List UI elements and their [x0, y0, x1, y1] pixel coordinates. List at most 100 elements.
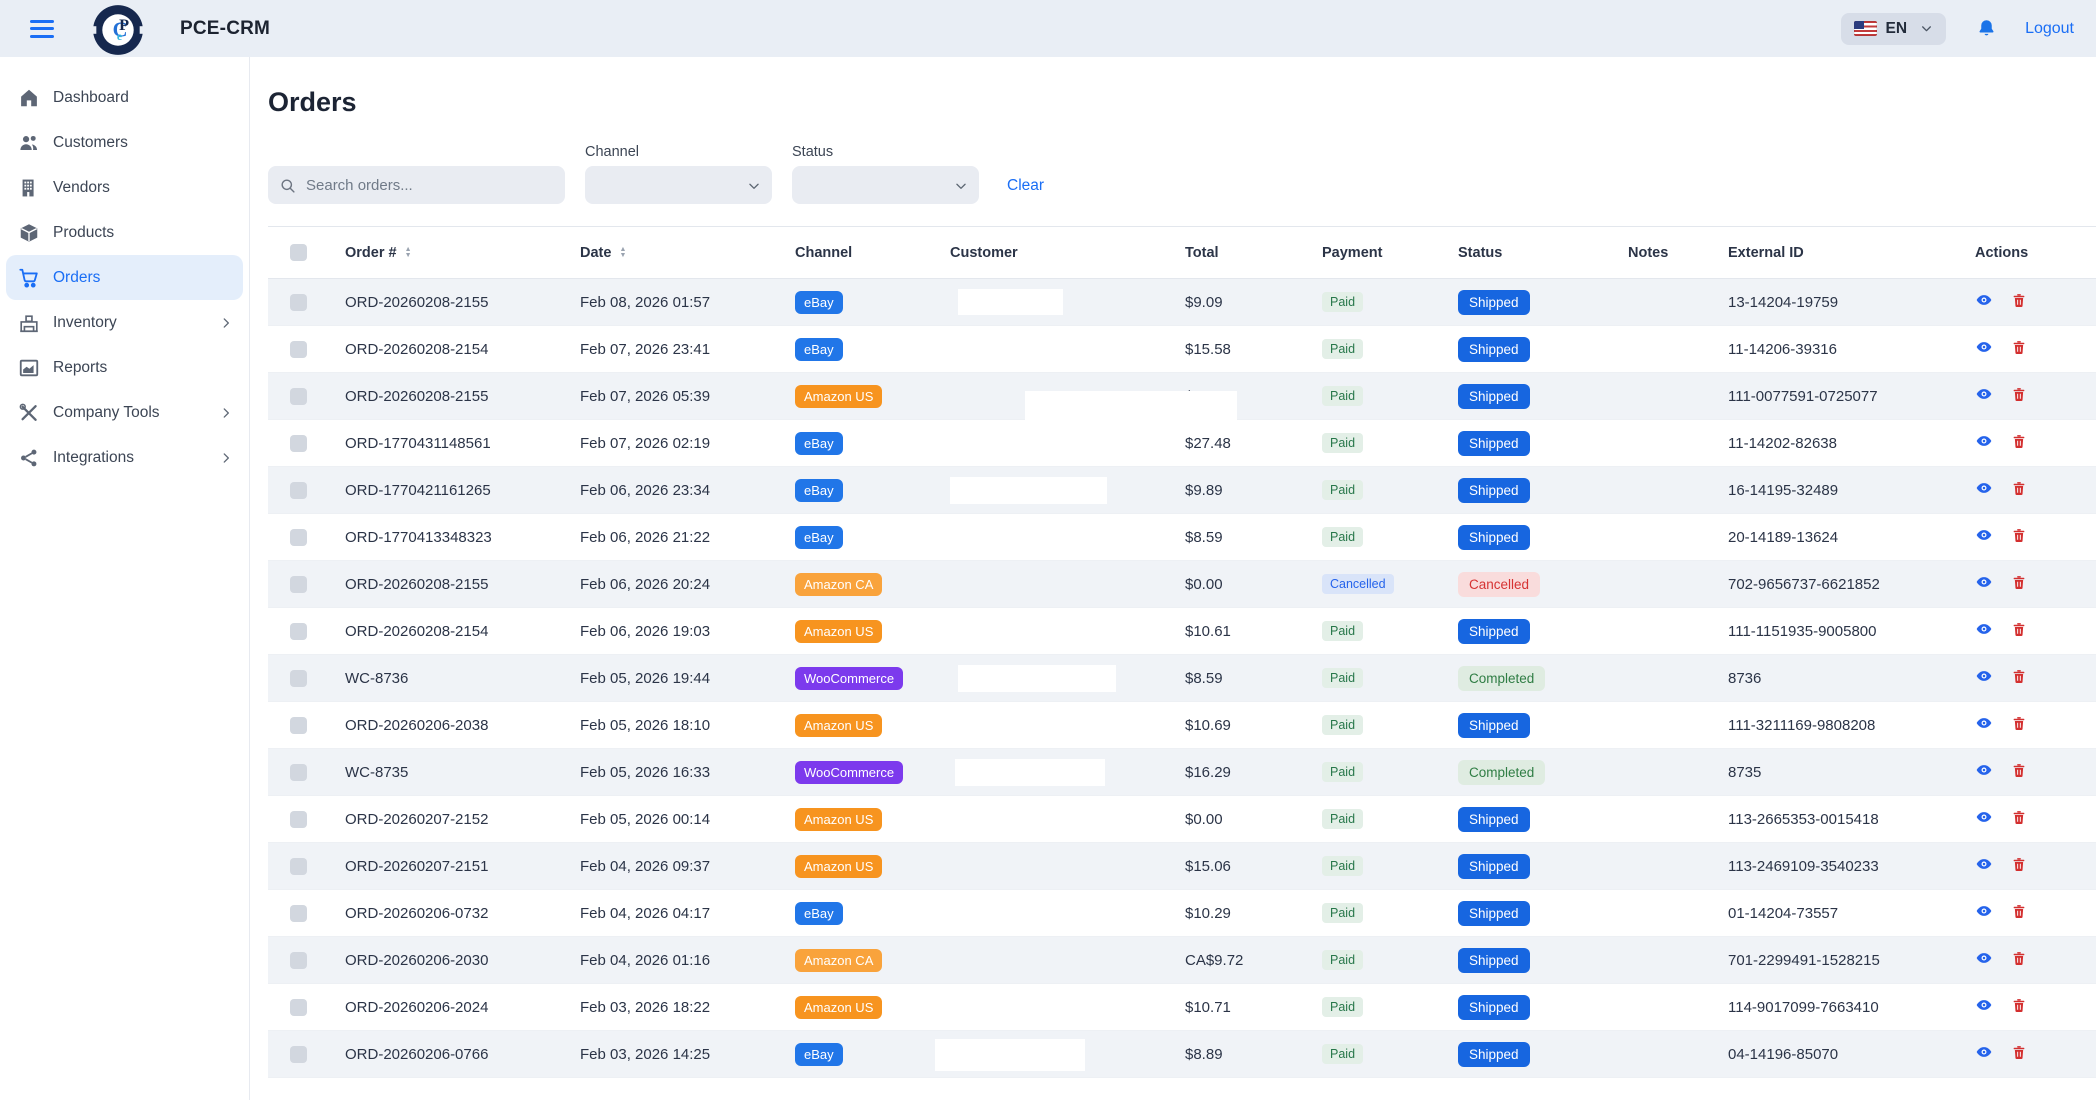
- view-order-button[interactable]: [1975, 291, 1993, 309]
- view-order-button[interactable]: [1975, 385, 1993, 403]
- sidebar-item-inventory[interactable]: Inventory: [6, 300, 243, 345]
- view-order-button[interactable]: [1975, 855, 1993, 873]
- column-header-date[interactable]: Date: [580, 245, 611, 261]
- status-badge: Shipped: [1458, 431, 1530, 456]
- customer-cell: [950, 890, 1185, 937]
- delete-order-button[interactable]: [2011, 809, 2027, 826]
- table-row: WC-8735Feb 05, 2026 16:33WooCommerce$16.…: [268, 749, 2096, 796]
- row-checkbox[interactable]: [290, 717, 307, 734]
- sidebar-item-reports[interactable]: Reports: [6, 345, 243, 390]
- delete-order-button[interactable]: [2011, 574, 2027, 591]
- row-checkbox[interactable]: [290, 341, 307, 358]
- delete-order-button[interactable]: [2011, 339, 2027, 356]
- orders-table: Order #▲▼Date▲▼ChannelCustomerTotalPayme…: [268, 226, 2096, 1078]
- external-id-cell: 16-14195-32489: [1728, 467, 1975, 514]
- sidebar-item-products[interactable]: Products: [6, 210, 243, 255]
- sidebar-item-vendors[interactable]: Vendors: [6, 165, 243, 210]
- external-id-cell: 8736: [1728, 655, 1975, 702]
- sidebar-item-dashboard[interactable]: Dashboard: [6, 75, 243, 120]
- view-order-button[interactable]: [1975, 667, 1993, 685]
- delete-order-button[interactable]: [2011, 950, 2027, 967]
- eye-icon: [1975, 526, 1993, 544]
- delete-order-button[interactable]: [2011, 433, 2027, 450]
- delete-order-button[interactable]: [2011, 856, 2027, 873]
- view-order-button[interactable]: [1975, 808, 1993, 826]
- row-checkbox[interactable]: [290, 623, 307, 640]
- view-order-button[interactable]: [1975, 949, 1993, 967]
- external-id-cell: 111-1151935-9005800: [1728, 608, 1975, 655]
- notifications-button[interactable]: [1976, 18, 1997, 39]
- delete-order-button[interactable]: [2011, 903, 2027, 920]
- row-checkbox[interactable]: [290, 670, 307, 687]
- select-all-checkbox[interactable]: [290, 244, 307, 261]
- row-checkbox[interactable]: [290, 905, 307, 922]
- delete-order-button[interactable]: [2011, 668, 2027, 685]
- trash-icon: [2011, 997, 2027, 1014]
- sidebar-item-company-tools[interactable]: Company Tools: [6, 390, 243, 435]
- sort-toggle-icon[interactable]: ▲▼: [405, 247, 412, 259]
- view-order-button[interactable]: [1975, 761, 1993, 779]
- row-checkbox[interactable]: [290, 529, 307, 546]
- status-filter-select[interactable]: [792, 166, 979, 204]
- total-cell: $8.59: [1185, 514, 1322, 561]
- column-header-order_no[interactable]: Order #: [345, 245, 397, 261]
- row-checkbox[interactable]: [290, 811, 307, 828]
- trash-icon: [2011, 292, 2027, 309]
- view-order-button[interactable]: [1975, 996, 1993, 1014]
- sidebar-item-customers[interactable]: Customers: [6, 120, 243, 165]
- payment-badge: Paid: [1322, 480, 1363, 500]
- channel-badge: eBay: [795, 1043, 843, 1066]
- cart-icon: [18, 267, 40, 289]
- delete-order-button[interactable]: [2011, 527, 2027, 544]
- search-box: [268, 166, 565, 204]
- delete-order-button[interactable]: [2011, 1044, 2027, 1061]
- row-checkbox[interactable]: [290, 999, 307, 1016]
- view-order-button[interactable]: [1975, 620, 1993, 638]
- bell-icon: [1976, 18, 1997, 39]
- view-order-button[interactable]: [1975, 902, 1993, 920]
- view-order-button[interactable]: [1975, 714, 1993, 732]
- delete-order-button[interactable]: [2011, 715, 2027, 732]
- delete-order-button[interactable]: [2011, 762, 2027, 779]
- search-input[interactable]: [268, 166, 565, 204]
- language-selector[interactable]: EN: [1841, 13, 1947, 45]
- row-checkbox[interactable]: [290, 482, 307, 499]
- eye-icon: [1975, 338, 1993, 356]
- notes-cell: [1628, 984, 1728, 1031]
- view-order-button[interactable]: [1975, 479, 1993, 497]
- external-id-cell: 04-14196-85070: [1728, 1031, 1975, 1078]
- menu-toggle-button[interactable]: [30, 20, 54, 38]
- row-checkbox[interactable]: [290, 764, 307, 781]
- view-order-button[interactable]: [1975, 573, 1993, 591]
- delete-order-button[interactable]: [2011, 621, 2027, 638]
- view-order-button[interactable]: [1975, 338, 1993, 356]
- clear-filters-link[interactable]: Clear: [1007, 177, 1044, 195]
- table-row: ORD-20260206-0766Feb 03, 2026 14:25eBay$…: [268, 1031, 2096, 1078]
- total-cell: $15.58: [1185, 326, 1322, 373]
- row-checkbox[interactable]: [290, 1046, 307, 1063]
- order-number-cell: ORD-20260208-2155: [345, 561, 580, 608]
- delete-order-button[interactable]: [2011, 997, 2027, 1014]
- delete-order-button[interactable]: [2011, 292, 2027, 309]
- row-checkbox[interactable]: [290, 858, 307, 875]
- row-checkbox[interactable]: [290, 576, 307, 593]
- sidebar-item-label: Products: [53, 224, 114, 242]
- view-order-button[interactable]: [1975, 432, 1993, 450]
- sidebar-item-orders[interactable]: Orders: [6, 255, 243, 300]
- row-checkbox[interactable]: [290, 388, 307, 405]
- sidebar-item-integrations[interactable]: Integrations: [6, 435, 243, 480]
- view-order-button[interactable]: [1975, 1043, 1993, 1061]
- external-id-cell: 111-0077591-0725077: [1728, 373, 1975, 420]
- home-icon: [18, 87, 40, 109]
- row-checkbox[interactable]: [290, 435, 307, 452]
- logout-link[interactable]: Logout: [2025, 20, 2074, 38]
- view-order-button[interactable]: [1975, 526, 1993, 544]
- sort-toggle-icon[interactable]: ▲▼: [619, 247, 626, 259]
- delete-order-button[interactable]: [2011, 386, 2027, 403]
- external-id-cell: 701-2299491-1528215: [1728, 937, 1975, 984]
- row-checkbox[interactable]: [290, 952, 307, 969]
- channel-filter-select[interactable]: [585, 166, 772, 204]
- row-checkbox[interactable]: [290, 294, 307, 311]
- table-row: ORD-20260208-2155Feb 06, 2026 20:24Amazo…: [268, 561, 2096, 608]
- delete-order-button[interactable]: [2011, 480, 2027, 497]
